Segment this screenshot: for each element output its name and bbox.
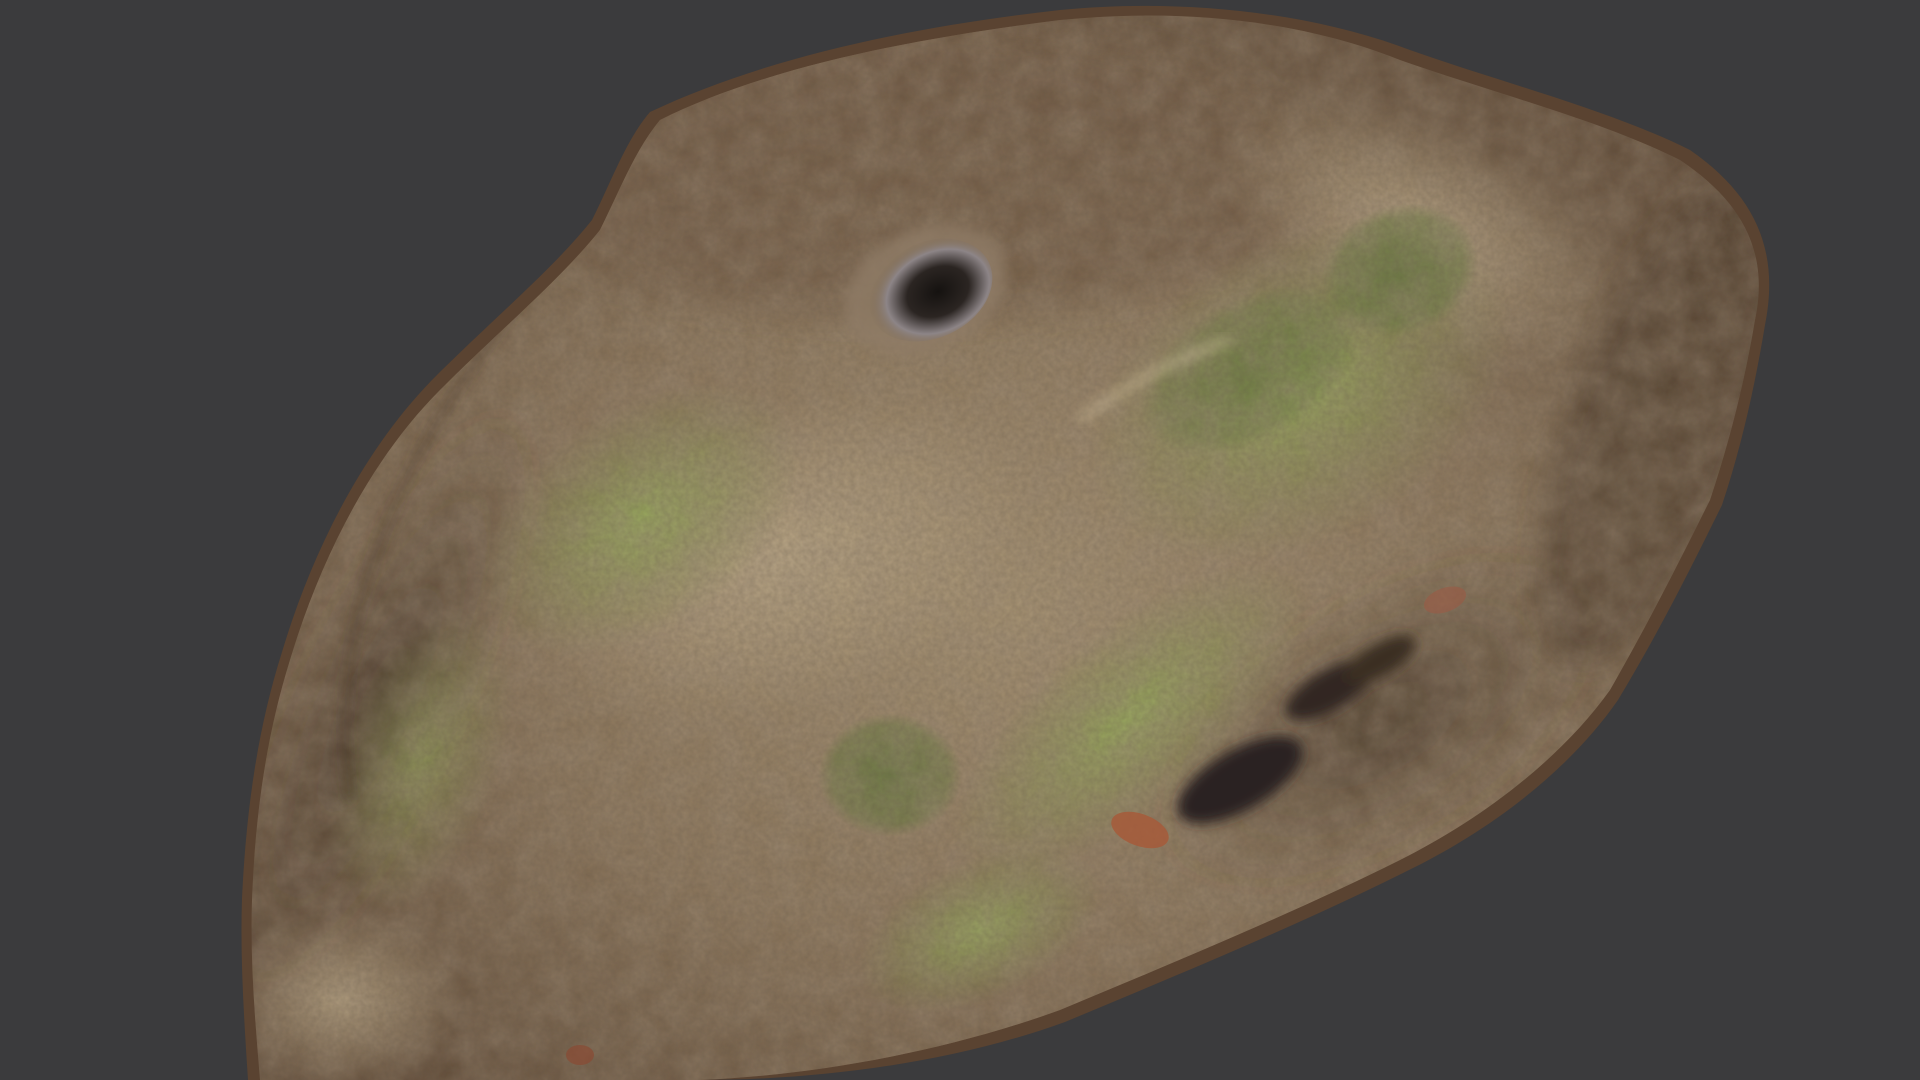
3d-viewport[interactable] [0, 0, 1920, 1080]
dead-leaf-3 [566, 1045, 594, 1065]
boulder-model-canvas[interactable] [0, 0, 1920, 1080]
